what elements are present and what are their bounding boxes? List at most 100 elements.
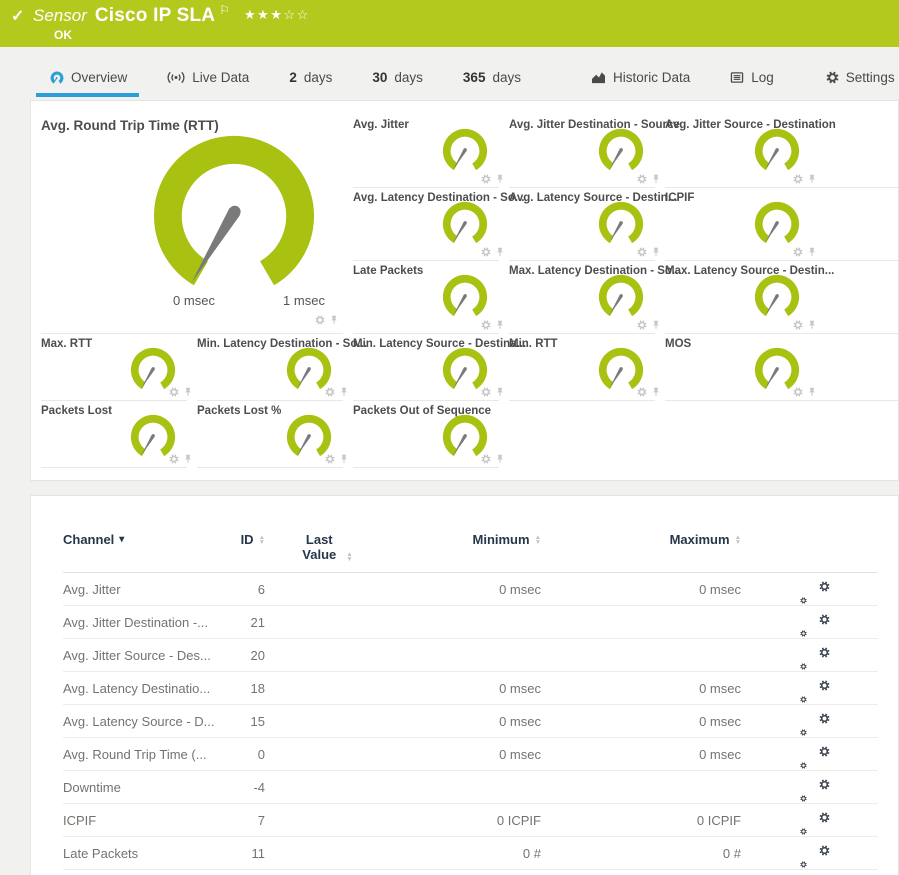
gauge-pin-icon[interactable] — [651, 387, 661, 397]
gauge-cell: Min. Latency Source - Destina... — [353, 334, 499, 401]
gauge-settings-gear-icon[interactable] — [637, 174, 647, 184]
channel-row: ICPIF70 ICPIF0 ICPIF — [63, 804, 878, 837]
channel-minimum: 0 # — [385, 846, 541, 861]
channel-settings-icon[interactable] — [800, 614, 819, 630]
channel-settings-icon[interactable] — [800, 647, 819, 663]
gauge-pin-icon[interactable] — [651, 247, 661, 257]
gauge — [597, 273, 645, 321]
gauge-pin-icon[interactable] — [495, 247, 505, 257]
gauge-settings-gear-icon[interactable] — [481, 454, 491, 464]
gauge-settings-gear-icon[interactable] — [481, 247, 491, 257]
gauge-cell: Max. Latency Source - Destin... — [665, 261, 898, 334]
channel-maximum: 0 msec — [541, 582, 741, 597]
tab-2-days[interactable]: 2days — [289, 70, 332, 97]
flag-icon[interactable]: ⚐ — [219, 3, 230, 17]
gauge-pin-icon[interactable] — [651, 174, 661, 184]
channel-settings-icon[interactable] — [800, 845, 819, 861]
gauge-settings-gear-icon[interactable] — [793, 247, 803, 257]
channel-name[interactable]: Avg. Jitter Source - Des... — [63, 648, 191, 663]
star-rating[interactable]: ★★★☆☆ — [244, 7, 310, 23]
gauge-settings-gear-icon[interactable] — [481, 320, 491, 330]
channel-name[interactable]: Downtime — [63, 780, 191, 795]
channel-settings-icon[interactable] — [800, 581, 819, 597]
channel-name[interactable]: Avg. Jitter Destination -... — [63, 615, 191, 630]
gauge-settings-gear-icon[interactable] — [481, 387, 491, 397]
channel-name[interactable]: Avg. Jitter — [63, 582, 191, 597]
channel-maximum: 0 msec — [541, 747, 741, 762]
tab-settings[interactable]: Settings — [826, 70, 895, 97]
tab-historic-data[interactable]: Historic Data — [591, 70, 690, 97]
gauge-settings-gear-icon[interactable] — [793, 387, 803, 397]
gauge-pin-icon[interactable] — [807, 320, 817, 330]
channel-name[interactable]: Avg. Round Trip Time (... — [63, 747, 191, 762]
gauge-pin-icon[interactable] — [807, 387, 817, 397]
gauge-settings-gear-icon[interactable] — [793, 174, 803, 184]
gauge-pin-icon[interactable] — [183, 454, 193, 464]
gauge-cell-icons — [637, 247, 661, 257]
channel-name[interactable]: ICPIF — [63, 813, 191, 828]
gear-icon — [826, 71, 839, 84]
gauge-settings-gear-icon[interactable] — [169, 387, 179, 397]
tab-live-data[interactable]: Live Data — [167, 70, 249, 97]
column-header-last-value[interactable]: Last Value — [297, 532, 341, 562]
gauge-pin-icon[interactable] — [183, 387, 193, 397]
tab-label: days — [304, 70, 333, 85]
gauge-settings-gear-icon[interactable] — [793, 320, 803, 330]
channel-settings-icon[interactable] — [800, 812, 819, 828]
channel-settings-icon[interactable] — [800, 713, 819, 729]
column-header-channel[interactable]: Channel — [63, 532, 114, 547]
tab-30-days[interactable]: 30days — [372, 70, 423, 97]
tab-overview[interactable]: Overview — [50, 70, 127, 97]
gauge-pin-icon[interactable] — [495, 174, 505, 184]
gauge-cell-icons — [315, 315, 339, 325]
channel-row: Avg. Latency Destinatio...180 msec0 msec — [63, 672, 878, 705]
gauge-cell-icons — [637, 174, 661, 184]
channel-minimum: 0 msec — [385, 582, 541, 597]
gauge-settings-gear-icon[interactable] — [637, 387, 647, 397]
gauge-cell-icons — [793, 387, 817, 397]
gauge-settings-gear-icon[interactable] — [169, 454, 179, 464]
gauge-cell-icons — [637, 387, 661, 397]
gauge-settings-gear-icon[interactable] — [325, 387, 335, 397]
sort-icon[interactable]: ▲▼ — [735, 535, 741, 545]
tab-label: Historic Data — [613, 70, 690, 85]
channel-row: Late Packets110 #0 # — [63, 837, 878, 870]
channel-name[interactable]: Late Packets — [63, 846, 191, 861]
tab-log[interactable]: Log — [730, 70, 774, 97]
gauge-pin-icon[interactable] — [339, 454, 349, 464]
channel-table-panel: Channel ▾ ID ▲▼ Last Value ▲▼ Minimum ▲▼… — [30, 495, 899, 875]
table-header-row: Channel ▾ ID ▲▼ Last Value ▲▼ Minimum ▲▼… — [63, 532, 878, 573]
gauge-settings-gear-icon[interactable] — [325, 454, 335, 464]
gauge-cell-icons — [325, 387, 349, 397]
gauge-pin-icon[interactable] — [339, 387, 349, 397]
sensor-status-badge: OK — [54, 28, 72, 42]
gauge-cell: Avg. Jitter Destination - Source — [509, 115, 655, 188]
sort-icon[interactable]: ▲▼ — [346, 552, 352, 562]
channel-settings-icon[interactable] — [800, 680, 819, 696]
column-header-id[interactable]: ID — [241, 532, 254, 547]
gauge-pin-icon[interactable] — [807, 174, 817, 184]
gauge-cell: Avg. Latency Source - Destin... — [509, 188, 655, 261]
sort-desc-caret-icon[interactable]: ▾ — [119, 534, 124, 545]
tab-365-days[interactable]: 365days — [463, 70, 521, 97]
channel-name[interactable]: Avg. Latency Destinatio... — [63, 681, 191, 696]
gauge-settings-gear-icon[interactable] — [315, 315, 325, 325]
gauge-pin-icon[interactable] — [329, 315, 339, 325]
gauge-pin-icon[interactable] — [807, 247, 817, 257]
gauge-settings-gear-icon[interactable] — [637, 247, 647, 257]
gauge-settings-gear-icon[interactable] — [481, 174, 491, 184]
column-header-maximum[interactable]: Maximum — [670, 532, 730, 547]
channel-minimum: 0 msec — [385, 714, 541, 729]
channel-settings-icon[interactable] — [800, 779, 819, 795]
table-body: Avg. Jitter60 msec0 msec Avg. Jitter Des… — [63, 573, 878, 870]
gauge-cell-icons — [481, 320, 505, 330]
gauge-pin-icon[interactable] — [495, 320, 505, 330]
gauge-pin-icon[interactable] — [495, 387, 505, 397]
channel-minimum: 0 msec — [385, 747, 541, 762]
channel-name[interactable]: Avg. Latency Source - D... — [63, 714, 191, 729]
channel-settings-icon[interactable] — [800, 746, 819, 762]
gauge-pin-icon[interactable] — [651, 320, 661, 330]
gauge-settings-gear-icon[interactable] — [637, 320, 647, 330]
column-header-minimum[interactable]: Minimum — [473, 532, 530, 547]
gauge-pin-icon[interactable] — [495, 454, 505, 464]
